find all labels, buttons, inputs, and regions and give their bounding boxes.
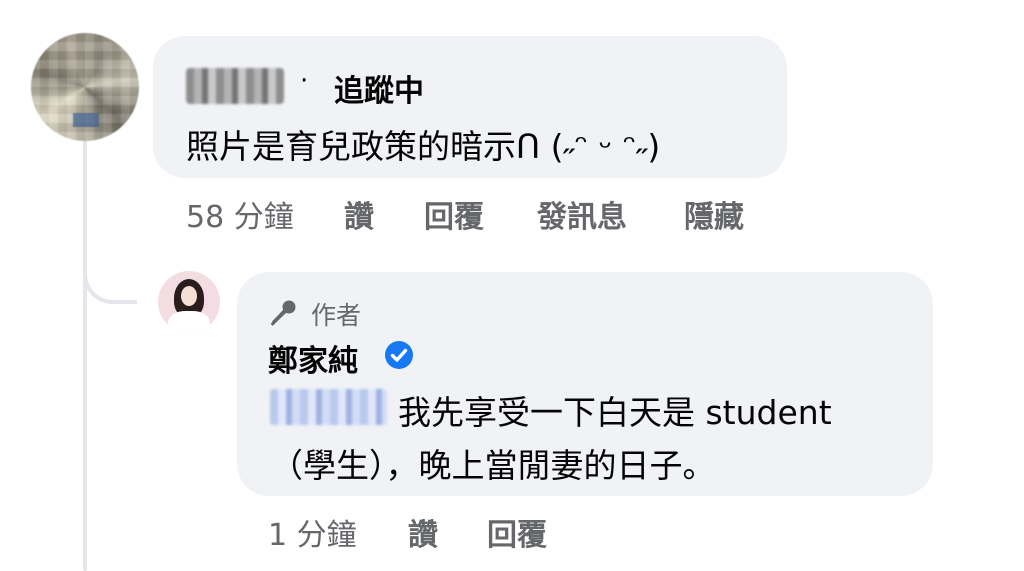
comment-timestamp[interactable]: 58 分鐘 [186, 192, 294, 236]
reply-button[interactable]: 回覆 [424, 192, 484, 236]
like-button[interactable]: 讚 [344, 192, 374, 236]
reply-text-line2: （學生），晚上當閒妻的日子。 [270, 446, 716, 485]
author-name[interactable]: 鄭家純 [268, 336, 358, 380]
reply-timestamp[interactable]: 1 分鐘 [268, 510, 357, 554]
author-avatar[interactable] [158, 271, 220, 333]
verified-badge-icon [385, 341, 413, 369]
follow-separator: · [300, 66, 309, 96]
mention-tag-blurred[interactable] [270, 389, 387, 425]
reply-connector [83, 220, 137, 304]
send-message-button[interactable]: 發訊息 [537, 192, 627, 236]
following-label: 追蹤中 [334, 74, 424, 109]
hide-button[interactable]: 隱藏 [684, 192, 744, 236]
author-badge-label: 作者 [311, 301, 362, 330]
commenter-name-blurred[interactable] [186, 68, 284, 104]
thread-line [83, 140, 87, 571]
reply-text-line1: 我先享受一下白天是 student [398, 393, 832, 432]
commenter-avatar[interactable] [31, 33, 139, 141]
comment-text: 照片是育兒政策的暗示ᑎ (˶ᵔ ᵕ ᵔ˶) [186, 127, 661, 166]
reply-like-button[interactable]: 讚 [408, 510, 438, 554]
reply-reply-button[interactable]: 回覆 [487, 510, 547, 554]
microphone-icon [270, 300, 296, 326]
